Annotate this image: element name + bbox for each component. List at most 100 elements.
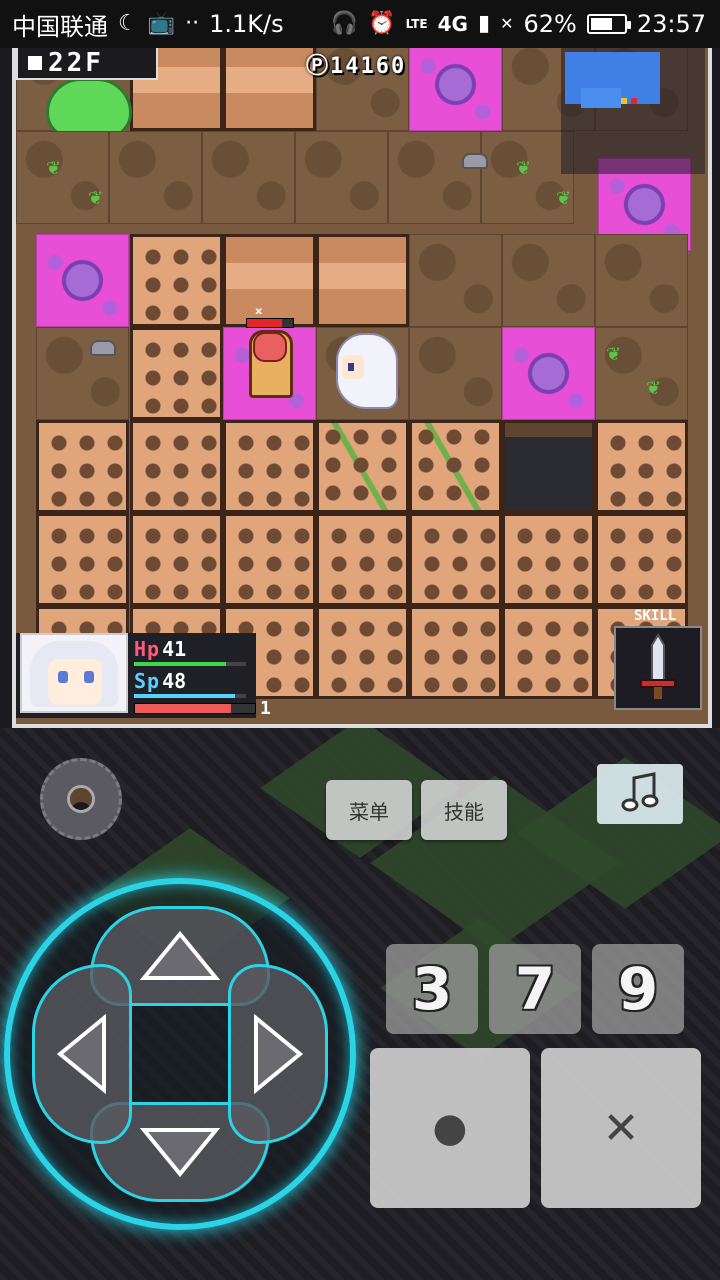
poison-tile: [409, 48, 502, 131]
floor-tile: [36, 327, 129, 420]
minimap-room: [581, 88, 621, 108]
rock-wall: [36, 420, 129, 513]
hp-value: 41: [162, 637, 187, 661]
music-note-icon[interactable]: [597, 764, 683, 824]
minimap[interactable]: [561, 48, 705, 174]
dpad-right-button[interactable]: [228, 964, 328, 1144]
signal-icon: ▮: [477, 11, 491, 36]
arrow-right-icon: [254, 1014, 304, 1094]
rock-wall: [316, 606, 409, 699]
rock-wall: [223, 48, 316, 131]
floor-tile: [409, 327, 502, 420]
cancel-button[interactable]: ✕: [541, 1048, 701, 1208]
skill-button[interactable]: 技能: [421, 780, 507, 840]
status-bar: 中国联通 ☾ 📺 ·· 1.1K/s 🎧 ⏰ LTE 4G ▮ ✕ 62% 23…: [0, 0, 720, 48]
sp-bar: [134, 694, 246, 698]
rock-wall: [130, 420, 223, 513]
grass-sprout: ❦: [646, 378, 662, 399]
arrow-up-icon: [140, 930, 220, 980]
pebble: [462, 153, 488, 169]
hp-bar: [134, 662, 246, 666]
grass-sprout: ❦: [556, 188, 572, 209]
confirm-button[interactable]: ●: [370, 1048, 530, 1208]
rock-wall: [595, 420, 688, 513]
sp-stat: Sp 48: [134, 669, 186, 693]
gold-icon: Ⓟ: [306, 54, 331, 79]
clock: 23:57: [636, 10, 706, 38]
rock-wall: [316, 234, 409, 327]
gold-counter: Ⓟ14160: [306, 48, 406, 79]
minimap-enemy-marker: [631, 98, 637, 104]
grass-sprout: ❦: [88, 188, 104, 209]
rock-wall: [223, 513, 316, 606]
key-9-button[interactable]: 9: [592, 944, 684, 1034]
skill-label: SKILL: [634, 608, 677, 624]
network-type: 4G: [437, 12, 468, 36]
rock-wall: [502, 513, 595, 606]
vine-wall: [409, 420, 502, 513]
settings-gear-icon[interactable]: [40, 758, 122, 840]
grass-sprout: ❦: [606, 344, 622, 365]
floor-tile: [595, 327, 688, 420]
battery-icon: [586, 14, 631, 34]
rock-wall: [223, 420, 316, 513]
menu-button[interactable]: 菜单: [326, 780, 412, 840]
vine-wall: [316, 420, 409, 513]
sp-value: 48: [162, 669, 187, 693]
key-3-button[interactable]: 3: [386, 944, 478, 1034]
enemy-ears: ᙮: [255, 298, 263, 319]
floor-number: 22F: [48, 48, 104, 78]
floor-tile: [388, 131, 481, 224]
floor-tile: [295, 131, 388, 224]
player-eye: [348, 363, 354, 371]
slime-puddle: [46, 78, 132, 139]
rock-wall: [409, 606, 502, 699]
floor-tile: [109, 131, 202, 224]
net-speed: 1.1K/s: [209, 10, 284, 38]
floor-indicator: 22F: [16, 48, 158, 80]
poison-tile: [502, 327, 595, 420]
skill-slot[interactable]: SKILL: [614, 608, 702, 710]
poison-tile: [36, 234, 129, 327]
rock-wall: [595, 513, 688, 606]
player-sprite: [328, 333, 408, 413]
battery-percent: 62%: [523, 10, 577, 38]
rock-wall: [502, 606, 595, 699]
player-level: 1: [260, 698, 271, 719]
virtual-controller: 菜单 技能 3 7 9 ● ✕: [0, 728, 720, 1280]
minimap-player-marker: [621, 98, 627, 104]
enemy-hp-bar: [246, 318, 294, 328]
hp-stat: Hp 41: [134, 637, 186, 661]
arrow-down-icon: [140, 1128, 220, 1178]
signal-2-icon: ✕: [500, 14, 514, 33]
rock-wall: [130, 327, 223, 420]
sp-label: Sp: [134, 669, 161, 693]
rock-wall: [316, 513, 409, 606]
game-viewport[interactable]: ❦ ❦ ❦ ❦ ❦ ❦ ᙮ 22F Ⓟ14160 Hp 41 Sp 48 1 S…: [12, 48, 712, 728]
headphones-icon: 🎧: [330, 11, 359, 36]
tv-icon: 📺: [147, 11, 176, 36]
floor-tile: [595, 234, 688, 327]
enemy-sprite: ᙮: [241, 298, 301, 398]
exp-bar: [134, 703, 256, 714]
key-7-button[interactable]: 7: [489, 944, 581, 1034]
pit-hole: [502, 420, 595, 513]
direction-pad[interactable]: [4, 878, 356, 1230]
carrier-name: 中国联通: [12, 12, 108, 41]
player-status-panel: Hp 41 Sp 48: [16, 633, 256, 718]
pebble: [90, 340, 116, 356]
hp-label: Hp: [134, 637, 161, 661]
alarm-icon: ⏰: [368, 11, 396, 36]
floor-tile: [409, 234, 502, 327]
floor-tile: [202, 131, 295, 224]
dpad-left-button[interactable]: [32, 964, 132, 1144]
grass-sprout: ❦: [516, 158, 532, 179]
enemy-head: [253, 332, 287, 362]
rock-wall: [130, 513, 223, 606]
gold-amount: 14160: [330, 54, 407, 79]
rock-wall: [409, 513, 502, 606]
floor-icon: [28, 56, 42, 70]
player-portrait: [20, 633, 128, 713]
grass-sprout: ❦: [46, 158, 62, 179]
moon-icon: ☾: [118, 11, 138, 36]
